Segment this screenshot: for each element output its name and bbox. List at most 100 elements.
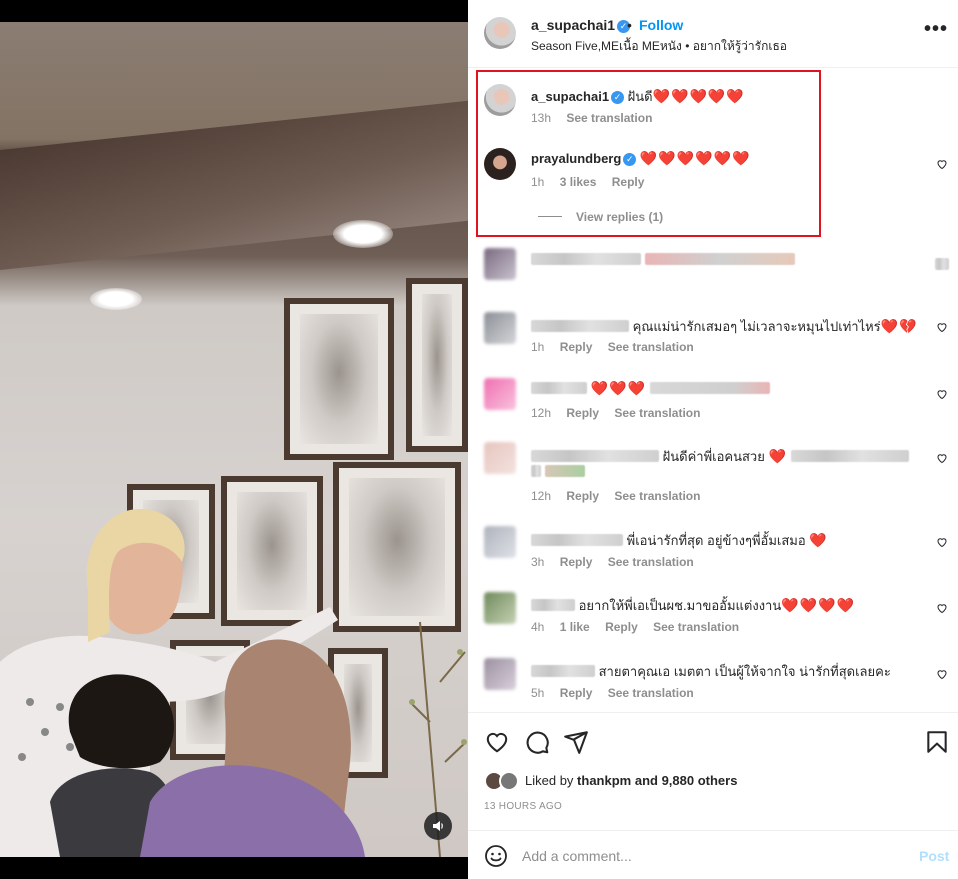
avatar[interactable] xyxy=(484,442,516,474)
like-comment-icon[interactable] xyxy=(936,602,950,616)
follow-button[interactable]: Follow xyxy=(639,17,683,33)
verified-icon: ✓ xyxy=(623,153,637,166)
emoji-icon[interactable] xyxy=(484,844,508,868)
post-subtitle[interactable]: Season Five,MEเนื้อ MEหนัง • อยากให้รู้ว… xyxy=(531,37,787,56)
avatar[interactable] xyxy=(484,526,516,558)
view-replies-button[interactable]: View replies (1) xyxy=(538,210,675,224)
likes-count[interactable]: 3 likes xyxy=(560,175,597,189)
like-comment-icon[interactable] xyxy=(936,536,950,550)
save-bookmark-icon[interactable] xyxy=(924,729,950,755)
comment-time[interactable]: 4h xyxy=(531,620,544,634)
username-text[interactable]: a_supachai1 xyxy=(531,17,615,33)
see-translation-button[interactable]: See translation xyxy=(608,340,694,354)
see-translation-button[interactable]: See translation xyxy=(653,620,739,634)
comment-input[interactable]: Add a comment... xyxy=(522,848,632,864)
comment-item: ฝันดีค่าพี่เอคนสวย ❤️ 12h Reply See tran… xyxy=(468,438,958,514)
post-username[interactable]: a_supachai1 ✓ xyxy=(531,17,631,33)
blurred-username xyxy=(531,665,595,677)
comment-item: คุณแม่น่ารักเสมอๆ ไม่เวลาจะหมุนไปเท่าไหร… xyxy=(468,308,958,368)
comment-time[interactable]: 5h xyxy=(531,686,544,700)
like-comment-icon[interactable] xyxy=(936,321,950,335)
avatar[interactable] xyxy=(484,84,516,116)
avatar[interactable] xyxy=(484,592,516,624)
comment-username[interactable]: prayalundberg xyxy=(531,151,621,166)
volume-icon[interactable] xyxy=(424,812,452,840)
share-icon[interactable] xyxy=(563,729,589,755)
blurred-text xyxy=(790,450,909,462)
comment-time[interactable]: 12h xyxy=(531,489,551,503)
see-translation-button[interactable]: See translation xyxy=(608,686,694,700)
comment-item: อยากให้พี่เอเป็นผช.มาขออั้มแต่งงาน❤️❤️❤️… xyxy=(468,588,958,648)
ceiling-light xyxy=(90,288,142,310)
see-translation-button[interactable]: See translation xyxy=(566,111,652,125)
portrait-frame xyxy=(284,298,394,460)
see-translation-button[interactable]: See translation xyxy=(614,489,700,503)
heart-emojis: ❤️ xyxy=(809,532,828,548)
comment-text: ฝันดี xyxy=(627,89,653,104)
reply-button[interactable]: Reply xyxy=(566,489,599,503)
like-icon[interactable] xyxy=(484,729,510,755)
more-options-icon[interactable]: ••• xyxy=(924,18,948,41)
blurred-text xyxy=(935,258,949,270)
replies-divider xyxy=(538,216,562,217)
heart-emojis: ❤️💔 xyxy=(880,318,918,334)
reply-button[interactable]: Reply xyxy=(560,555,593,569)
comment-item: prayalundberg ✓ ❤️❤️❤️❤️❤️❤️ 1h 3 likes R… xyxy=(468,144,958,234)
avatar[interactable] xyxy=(484,148,516,180)
comment-time[interactable]: 1h xyxy=(531,175,544,189)
verified-icon: ✓ xyxy=(611,91,625,104)
likes-others[interactable]: and 9,880 others xyxy=(635,773,738,788)
liked-by-user[interactable]: thankpm xyxy=(577,773,631,788)
blurred-username xyxy=(531,382,587,394)
ceiling xyxy=(0,100,468,270)
post-media[interactable] xyxy=(0,0,468,879)
like-comment-icon[interactable] xyxy=(936,668,950,682)
likes-count[interactable]: 1 like xyxy=(560,620,590,634)
blurred-text xyxy=(531,253,641,265)
avatar[interactable] xyxy=(484,378,516,410)
like-comment-icon[interactable] xyxy=(936,158,950,172)
ceiling-light xyxy=(333,220,393,248)
reply-button[interactable]: Reply xyxy=(560,340,593,354)
likes-prefix: Liked by xyxy=(525,773,574,788)
like-comment-icon[interactable] xyxy=(936,452,950,466)
see-translation-button[interactable]: See translation xyxy=(608,555,694,569)
blurred-username xyxy=(531,320,629,332)
likes-summary[interactable]: Liked by thankpm and 9,880 others xyxy=(525,773,737,788)
heart-emojis: ❤️❤️❤️ xyxy=(590,380,646,396)
post-comment-button[interactable]: Post xyxy=(919,848,949,864)
comment-text: สายตาคุณเอ เมตตา เป็นผู้ให้จากใจ น่ารักท… xyxy=(598,664,891,679)
separator-dot: • xyxy=(627,17,632,33)
avatar[interactable] xyxy=(484,248,516,280)
avatar[interactable] xyxy=(484,312,516,344)
see-translation-button[interactable]: See translation xyxy=(614,406,700,420)
reply-button[interactable]: Reply xyxy=(612,175,645,189)
like-comment-icon[interactable] xyxy=(936,388,950,402)
comment-composer: Add a comment... Post xyxy=(468,830,958,879)
comment-item: a_supachai1 ✓ ฝันดี❤️❤️❤️❤️❤️ 13h See tra… xyxy=(468,80,958,140)
comment-item xyxy=(468,244,958,284)
avatar[interactable] xyxy=(484,17,516,49)
heart-emojis: ❤️❤️❤️❤️ xyxy=(781,597,855,613)
comment-text: พี่เอน่ารักที่สุด อยู่ข้างๆพี่อั้มเสมอ xyxy=(626,533,806,548)
blurred-text xyxy=(644,253,795,265)
blurred-text xyxy=(531,465,541,477)
comment-time[interactable]: 13h xyxy=(531,111,551,125)
comment-icon[interactable] xyxy=(524,729,550,755)
comment-item: ❤️❤️❤️ 12h Reply See translation xyxy=(468,374,958,434)
reply-button[interactable]: Reply xyxy=(605,620,638,634)
comment-item: สายตาคุณเอ เมตตา เป็นผู้ให้จากใจ น่ารักท… xyxy=(468,654,958,710)
comment-time[interactable]: 12h xyxy=(531,406,551,420)
reply-button[interactable]: Reply xyxy=(560,686,593,700)
blurred-username xyxy=(531,450,659,462)
avatar[interactable] xyxy=(484,658,516,690)
post-sidebar: a_supachai1 ✓ • Follow Season Five,MEเนื้… xyxy=(468,0,958,879)
comment-username[interactable]: a_supachai1 xyxy=(531,89,609,104)
comment-time[interactable]: 3h xyxy=(531,555,544,569)
view-replies-label[interactable]: View replies (1) xyxy=(576,210,663,224)
comment-time[interactable]: 1h xyxy=(531,340,544,354)
reply-button[interactable]: Reply xyxy=(566,406,599,420)
heart-emojis: ❤️ xyxy=(768,448,787,464)
avatar[interactable] xyxy=(499,771,519,791)
post-timestamp[interactable]: 13 HOURS AGO xyxy=(484,801,562,812)
